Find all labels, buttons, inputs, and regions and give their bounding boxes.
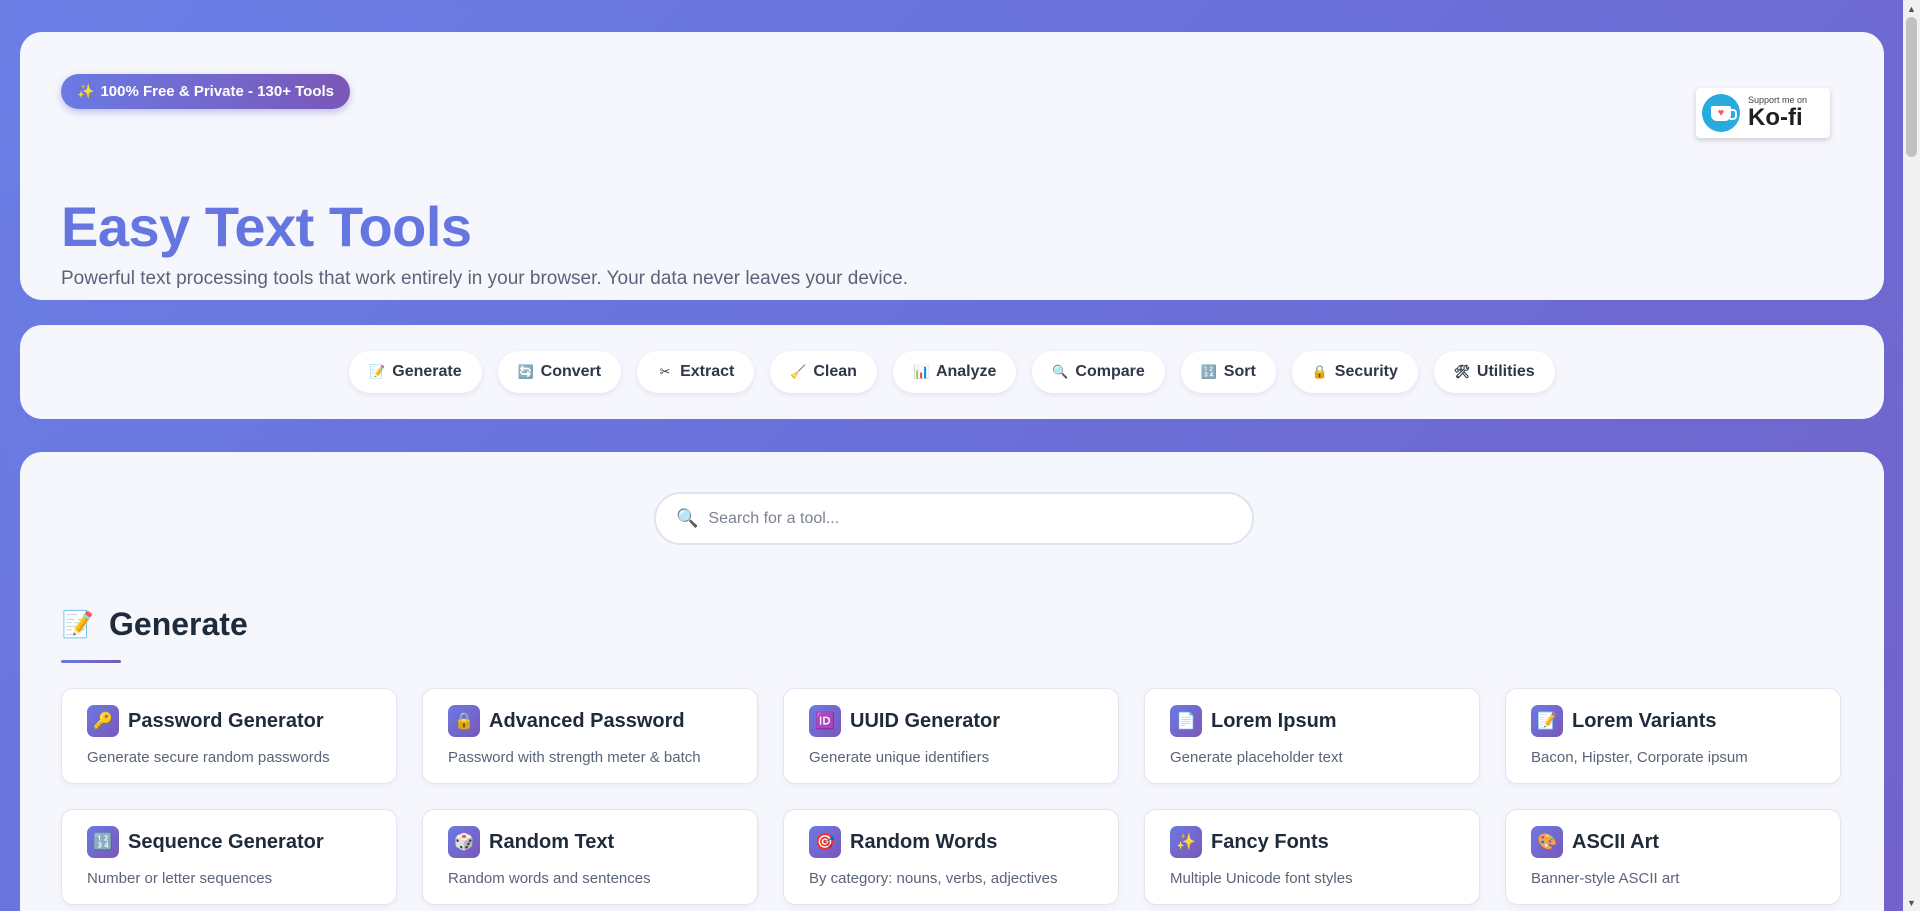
tool-name: Lorem Variants	[1572, 709, 1717, 732]
tool-card-uuid-generator[interactable]: 🆔 UUID Generator Generate unique identif…	[783, 688, 1119, 784]
tool-name: Random Words	[850, 830, 998, 853]
section-title: Generate	[109, 606, 248, 642]
numbers-icon: 🔢	[1200, 364, 1217, 379]
tool-description: Banner-style ASCII art	[1531, 870, 1680, 887]
tool-card-sequence-generator[interactable]: 🔢 Sequence Generator Number or letter se…	[61, 809, 397, 905]
search-icon: 🔍	[676, 508, 699, 528]
id-icon: 🆔	[809, 705, 841, 737]
tools-icon: 🛠	[1453, 364, 1471, 379]
scrollbar-thumb[interactable]	[1906, 17, 1917, 157]
tool-description: By category: nouns, verbs, adjectives	[809, 870, 1058, 887]
tool-card-password-generator[interactable]: 🔑 Password Generator Generate secure ran…	[61, 688, 397, 784]
target-icon: 🎯	[809, 826, 841, 858]
category-compare[interactable]: 🔍 Compare	[1032, 351, 1165, 393]
sparkles-icon: ✨	[1170, 826, 1202, 858]
free-private-badge: ✨ 100% Free & Private - 130+ Tools	[61, 74, 351, 109]
tool-card-lorem-ipsum[interactable]: 📄 Lorem Ipsum Generate placeholder text	[1144, 688, 1480, 784]
lock-icon: 🔒	[448, 705, 480, 737]
tool-card-lorem-variants[interactable]: 📝 Lorem Variants Bacon, Hipster, Corpora…	[1505, 688, 1841, 784]
tool-description: Bacon, Hipster, Corporate ipsum	[1531, 749, 1748, 766]
category-clean[interactable]: 🧹 Clean	[770, 351, 877, 393]
section-underline	[61, 660, 121, 663]
tool-card-random-text[interactable]: 🎲 Random Text Random words and sentences	[422, 809, 758, 905]
tool-name: Password Generator	[128, 709, 324, 732]
tool-name: Advanced Password	[489, 709, 685, 732]
tool-card-fancy-fonts[interactable]: ✨ Fancy Fonts Multiple Unicode font styl…	[1144, 809, 1480, 905]
category-label: Convert	[540, 363, 602, 380]
category-label: Security	[1334, 363, 1398, 380]
category-label: Clean	[813, 363, 857, 380]
badge-label: 100% Free & Private - 130+ Tools	[100, 83, 335, 100]
tool-name: Fancy Fonts	[1211, 830, 1329, 853]
tool-description: Generate unique identifiers	[809, 749, 990, 766]
tool-description: Generate secure random passwords	[87, 749, 330, 766]
dice-icon: 🎲	[448, 826, 480, 858]
refresh-icon: 🔄	[517, 364, 534, 379]
category-label: Compare	[1075, 363, 1145, 380]
search-input[interactable]	[708, 509, 1209, 528]
tool-grid: 🔑 Password Generator Generate secure ran…	[61, 688, 1843, 905]
category-label: Sort	[1223, 363, 1256, 380]
search-box: 🔍	[654, 492, 1254, 545]
tool-description: Multiple Unicode font styles	[1170, 870, 1353, 887]
tools-panel: 🔍 📝 Generate 🔑 Password Generator Genera…	[20, 452, 1884, 911]
tool-name: Random Text	[489, 830, 615, 853]
category-utilities[interactable]: 🛠 Utilities	[1433, 351, 1555, 393]
tool-name: ASCII Art	[1572, 830, 1660, 853]
tool-name: Lorem Ipsum	[1211, 709, 1337, 732]
tool-card-advanced-password[interactable]: 🔒 Advanced Password Password with streng…	[422, 688, 758, 784]
category-generate[interactable]: 📝 Generate	[349, 351, 482, 393]
tool-description: Generate placeholder text	[1170, 749, 1343, 766]
magnifier-icon: 🔍	[1052, 364, 1069, 379]
category-convert[interactable]: 🔄 Convert	[497, 351, 622, 393]
scroll-down-arrow-icon[interactable]: ▼	[1903, 894, 1920, 911]
category-label: Generate	[392, 363, 462, 380]
palette-icon: 🎨	[1531, 826, 1563, 858]
scroll-up-arrow-icon[interactable]: ▲	[1903, 0, 1920, 17]
tool-description: Number or letter sequences	[87, 870, 273, 887]
memo-icon: 📝	[1531, 705, 1563, 737]
kofi-support-button[interactable]: ♥ Support me on Ko-fi	[1696, 88, 1830, 138]
section-header: 📝 Generate	[61, 606, 248, 643]
bar-chart-icon: 📊	[912, 364, 930, 379]
category-label: Analyze	[935, 363, 997, 380]
tool-description: Random words and sentences	[448, 870, 651, 887]
tool-name: UUID Generator	[850, 709, 1001, 732]
category-label: Utilities	[1476, 363, 1535, 380]
category-analyze[interactable]: 📊 Analyze	[892, 351, 1017, 393]
kofi-brand-label: Ko-fi	[1748, 104, 1803, 131]
kofi-cup-icon: ♥	[1702, 94, 1740, 132]
sparkles-icon: ✨	[77, 83, 95, 99]
lock-icon: 🔒	[1311, 364, 1328, 379]
tool-card-random-words[interactable]: 🎯 Random Words By category: nouns, verbs…	[783, 809, 1119, 905]
key-icon: 🔑	[87, 705, 119, 737]
tool-name: Sequence Generator	[128, 830, 324, 853]
document-icon: 📄	[1170, 705, 1202, 737]
page-subtitle: Powerful text processing tools that work…	[61, 268, 908, 289]
category-label: Extract	[680, 363, 735, 380]
hero-card: ✨ 100% Free & Private - 130+ Tools Easy …	[20, 32, 1884, 300]
page-scrollbar[interactable]: ▲ ▼	[1903, 0, 1920, 911]
scissors-icon: ✂	[659, 364, 671, 379]
numbers-icon: 🔢	[87, 826, 119, 858]
memo-icon: 📝	[369, 364, 386, 379]
tool-description: Password with strength meter & batch	[448, 749, 701, 766]
broom-icon: 🧹	[790, 364, 807, 379]
category-nav: 📝 Generate 🔄 Convert ✂ Extract 🧹 Clean 📊…	[20, 325, 1884, 419]
page-title: Easy Text Tools	[61, 195, 472, 258]
category-extract[interactable]: ✂ Extract	[637, 351, 755, 393]
category-sort[interactable]: 🔢 Sort	[1180, 351, 1276, 393]
tool-card-ascii-art[interactable]: 🎨 ASCII Art Banner-style ASCII art	[1505, 809, 1841, 905]
memo-icon: 📝	[61, 609, 95, 639]
category-security[interactable]: 🔒 Security	[1291, 351, 1418, 393]
